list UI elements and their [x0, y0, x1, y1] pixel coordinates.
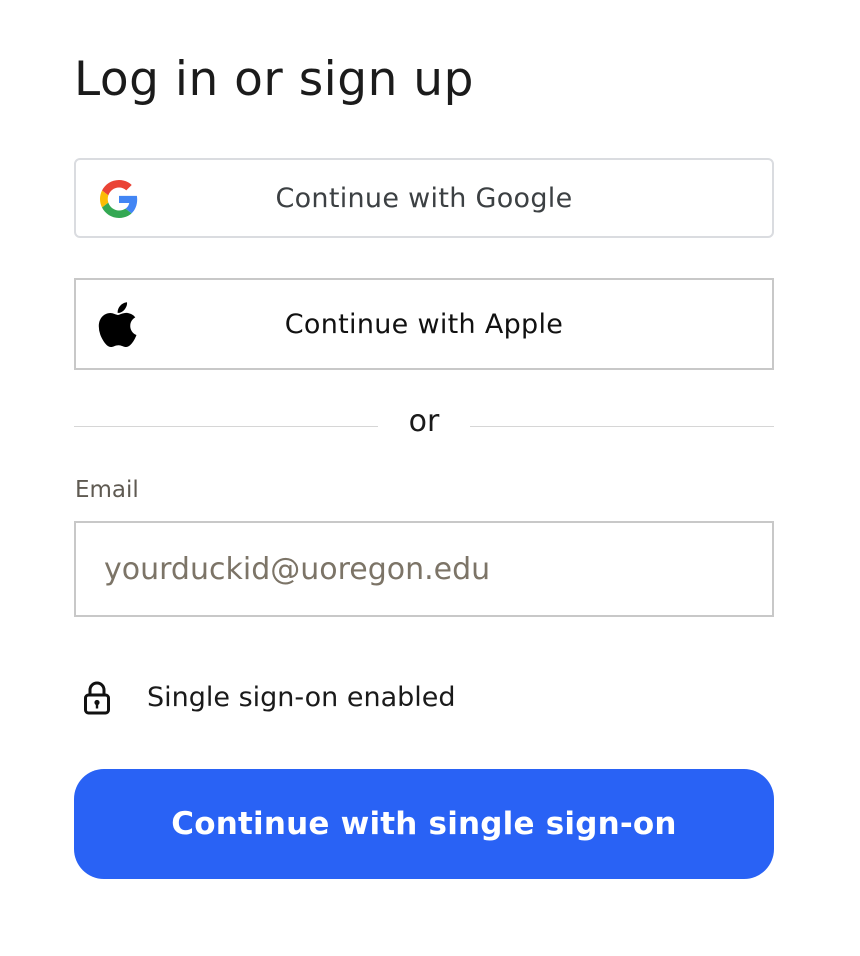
- divider-line-right: [470, 426, 774, 427]
- apple-button-label: Continue with Apple: [284, 308, 564, 340]
- page-title: Log in or sign up: [74, 52, 474, 107]
- continue-with-google-button[interactable]: Continue with Google: [74, 158, 774, 238]
- sso-status: Single sign-on enabled: [74, 676, 774, 720]
- sso-status-text: Single sign-on enabled: [147, 682, 456, 713]
- google-button-label: Continue with Google: [275, 182, 573, 214]
- email-input[interactable]: [74, 521, 774, 617]
- continue-with-sso-button[interactable]: Continue with single sign-on: [74, 769, 774, 879]
- divider-or-text: or: [408, 404, 440, 439]
- divider-line-left: [74, 426, 378, 427]
- lock-icon: [84, 681, 110, 715]
- email-label: Email: [75, 477, 139, 503]
- continue-with-apple-button[interactable]: Continue with Apple: [74, 278, 774, 370]
